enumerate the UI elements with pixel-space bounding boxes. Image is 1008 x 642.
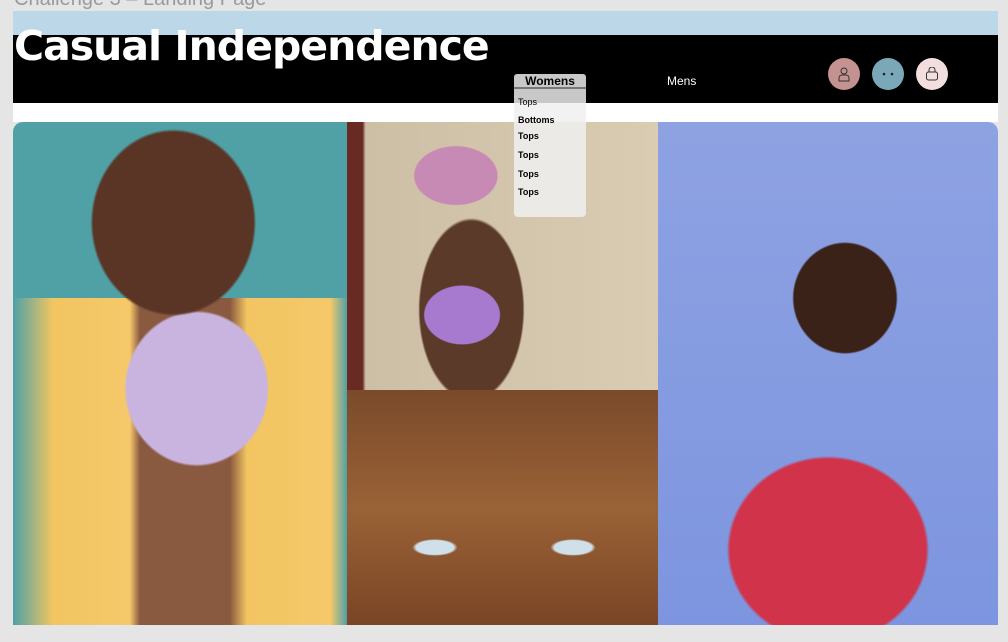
dropdown-item-tops[interactable]: Tops bbox=[518, 97, 537, 107]
frame-title: Challenge 3 – Landing Page bbox=[14, 0, 266, 11]
model-photo-pink-hat bbox=[347, 122, 658, 390]
account-button[interactable] bbox=[828, 58, 860, 90]
brand-title[interactable]: Casual Independence bbox=[14, 22, 490, 70]
dropdown-item-tops[interactable]: Tops bbox=[518, 150, 539, 160]
profile-button[interactable] bbox=[872, 58, 904, 90]
nav-mens[interactable]: Mens bbox=[667, 74, 696, 88]
nav-womens[interactable]: Womens bbox=[514, 74, 586, 89]
model-photo-red-jacket bbox=[658, 122, 998, 625]
user-icon bbox=[838, 67, 850, 82]
dropdown-item-tops[interactable]: Tops bbox=[518, 187, 539, 197]
eyes-closeup-photo bbox=[347, 390, 661, 625]
womens-dropdown-menu: Tops Bottoms Tops Tops Tops Tops bbox=[514, 89, 586, 217]
dropdown-item-tops[interactable]: Tops bbox=[518, 169, 539, 179]
face-icon bbox=[882, 72, 894, 76]
dropdown-item-bottoms[interactable]: Bottoms bbox=[518, 115, 555, 125]
model-photo-yellow-jacket bbox=[13, 122, 347, 625]
cart-button[interactable] bbox=[916, 58, 948, 90]
dropdown-item-tops[interactable]: Tops bbox=[518, 131, 539, 141]
header-divider bbox=[13, 103, 998, 122]
shopping-bag-icon bbox=[926, 67, 938, 81]
